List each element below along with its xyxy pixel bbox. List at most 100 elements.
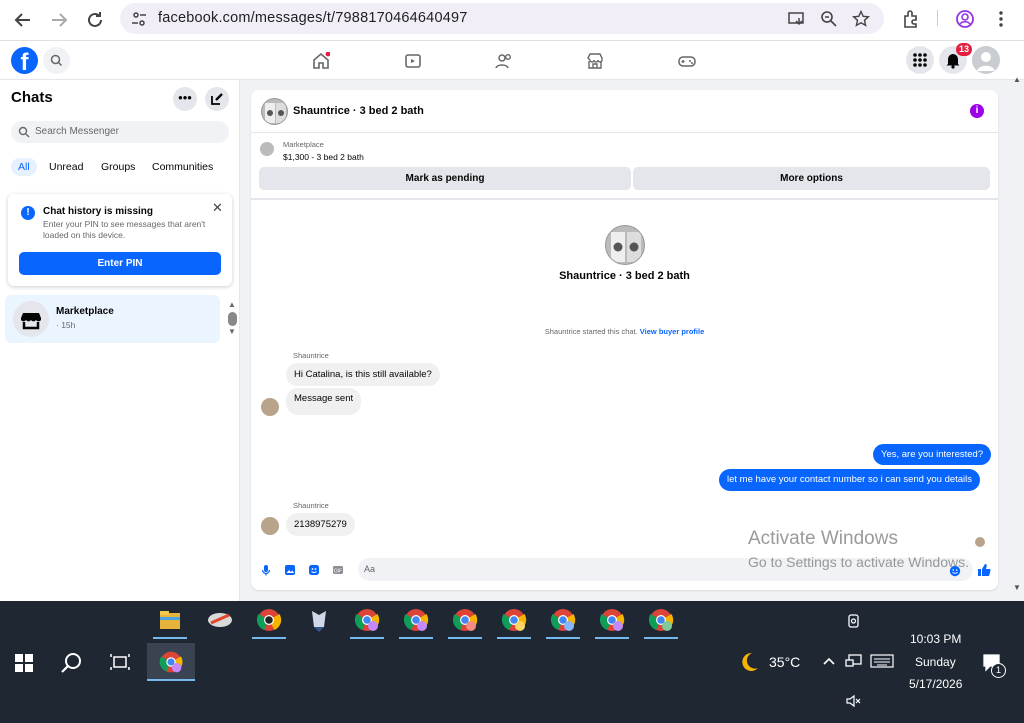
view-buyer-profile-link[interactable]: View buyer profile bbox=[640, 327, 704, 336]
video-icon[interactable] bbox=[404, 52, 422, 70]
clock-time[interactable]: 10:03 PM bbox=[910, 632, 961, 646]
chats-sidebar: Chats ••• Search Messenger All Unread Gr… bbox=[0, 80, 240, 601]
keyboard-icon[interactable] bbox=[870, 654, 894, 668]
network-icon[interactable] bbox=[845, 653, 863, 669]
started-text: Shauntrice started this chat. bbox=[544, 327, 638, 336]
sent-message-bubble[interactable]: let me have your contact number so i can… bbox=[719, 469, 981, 491]
chrome-icon[interactable] bbox=[595, 605, 629, 635]
chrome-menu-icon[interactable] bbox=[990, 8, 1012, 30]
volume-muted-icon[interactable] bbox=[846, 694, 862, 708]
message-placeholder: Aa bbox=[364, 564, 376, 574]
zoom-icon[interactable] bbox=[820, 10, 838, 28]
filter-groups[interactable]: Groups bbox=[94, 158, 142, 176]
chrome-icon[interactable] bbox=[497, 605, 531, 635]
chrome-icon[interactable] bbox=[448, 605, 482, 635]
windows-start-icon[interactable] bbox=[15, 654, 33, 672]
chrome-icon[interactable] bbox=[644, 605, 678, 635]
message-bubble[interactable]: Hi Catalina, is this still available? bbox=[286, 363, 440, 386]
gif-icon[interactable]: GIF bbox=[332, 564, 344, 576]
divider bbox=[937, 10, 938, 26]
windows-taskbar: 10:03 PM Sunday 5/17/2026 35°C 1 bbox=[0, 601, 1024, 723]
scroll-up-arrow[interactable]: ▲ bbox=[1013, 75, 1021, 84]
home-icon[interactable] bbox=[312, 52, 330, 70]
address-bar[interactable]: facebook.com/messages/t/7988170464640497 bbox=[120, 3, 884, 34]
sender-avatar[interactable] bbox=[261, 517, 279, 535]
search-placeholder: Search Messenger bbox=[35, 126, 119, 137]
back-icon[interactable] bbox=[11, 8, 35, 32]
conversation-name: Marketplace bbox=[56, 306, 114, 317]
menu-grid-button[interactable] bbox=[906, 46, 934, 74]
weather-moon-icon[interactable] bbox=[737, 650, 761, 674]
app-icon[interactable] bbox=[302, 605, 336, 635]
washer-photo-icon bbox=[265, 103, 286, 123]
friends-icon[interactable] bbox=[495, 52, 513, 70]
profile-avatar[interactable] bbox=[605, 225, 645, 265]
filter-unread[interactable]: Unread bbox=[42, 158, 90, 176]
divider bbox=[251, 198, 998, 200]
page-scrollbar[interactable]: ▲ ▼ bbox=[1011, 75, 1024, 601]
marketplace-icon[interactable] bbox=[586, 52, 604, 70]
sender-avatar[interactable] bbox=[261, 398, 279, 416]
chrome-icon[interactable] bbox=[399, 605, 433, 635]
scroll-down-arrow[interactable]: ▼ bbox=[1013, 583, 1021, 592]
chevron-up-icon[interactable] bbox=[822, 655, 836, 667]
conversation-item[interactable]: Marketplace · 15h bbox=[5, 295, 220, 343]
filter-all[interactable]: All bbox=[11, 158, 37, 176]
facebook-header: f 13 bbox=[0, 41, 1024, 80]
taskbar-indicator bbox=[147, 679, 195, 681]
search-icon bbox=[18, 126, 30, 138]
chats-options-button[interactable]: ••• bbox=[173, 87, 197, 111]
sent-message-bubble[interactable]: Yes, are you interested? bbox=[873, 444, 992, 465]
app-icon[interactable] bbox=[203, 605, 237, 635]
site-settings-icon[interactable] bbox=[131, 11, 147, 27]
contact-avatar[interactable] bbox=[261, 98, 288, 125]
account-avatar[interactable] bbox=[972, 46, 1000, 74]
file-explorer-icon[interactable] bbox=[153, 605, 187, 635]
new-message-button[interactable] bbox=[205, 87, 229, 111]
info-icon: ! bbox=[21, 206, 35, 220]
scroll-up-arrow[interactable]: ▲ bbox=[228, 300, 236, 309]
gaming-icon[interactable] bbox=[678, 52, 696, 70]
forward-icon[interactable] bbox=[47, 8, 71, 32]
taskbar-indicator bbox=[497, 637, 531, 639]
search-icon[interactable] bbox=[60, 651, 84, 675]
chrome-icon[interactable] bbox=[546, 605, 580, 635]
info-icon[interactable]: i bbox=[970, 104, 984, 118]
sidebar-scrollbar[interactable] bbox=[228, 312, 237, 326]
search-icon bbox=[50, 54, 63, 67]
taskbar-indicator bbox=[546, 637, 580, 639]
more-options-button[interactable]: More options bbox=[633, 167, 990, 190]
conversation-title[interactable]: Shauntrice · 3 bed 2 bath bbox=[293, 105, 424, 117]
message-bubble[interactable]: 2138975279 bbox=[286, 513, 355, 536]
reload-icon[interactable] bbox=[83, 8, 107, 32]
microphone-icon[interactable] bbox=[260, 564, 272, 576]
profile-icon[interactable] bbox=[954, 8, 976, 30]
message-bubble[interactable]: Message sent bbox=[286, 388, 362, 415]
extensions-icon[interactable] bbox=[900, 8, 922, 30]
taskbar-indicator bbox=[448, 637, 482, 639]
sticker-icon[interactable] bbox=[308, 564, 320, 576]
chrome-icon[interactable] bbox=[252, 605, 286, 635]
clock-day[interactable]: Sunday bbox=[915, 655, 956, 669]
conversation-panel: Shauntrice · 3 bed 2 bath i Marketplace … bbox=[251, 90, 998, 590]
active-taskbar-app[interactable] bbox=[147, 643, 195, 681]
messenger-search-input[interactable]: Search Messenger bbox=[11, 121, 229, 143]
chrome-icon[interactable] bbox=[350, 605, 384, 635]
bookmark-star-icon[interactable] bbox=[852, 10, 870, 28]
install-app-icon[interactable] bbox=[788, 10, 806, 28]
task-view-icon[interactable] bbox=[109, 652, 131, 672]
weather-temperature[interactable]: 35°C bbox=[769, 654, 800, 670]
thumbs-up-icon[interactable] bbox=[977, 563, 991, 577]
enter-pin-button[interactable]: Enter PIN bbox=[19, 252, 221, 275]
mark-pending-button[interactable]: Mark as pending bbox=[259, 167, 631, 190]
scroll-down-arrow[interactable]: ▼ bbox=[228, 327, 236, 336]
photo-icon[interactable] bbox=[284, 564, 296, 576]
meet-now-icon[interactable] bbox=[846, 613, 862, 629]
facebook-search-button[interactable] bbox=[43, 47, 70, 74]
listing-title[interactable]: $1,300 - 3 bed 2 bath bbox=[283, 152, 364, 162]
facebook-logo-icon[interactable]: f bbox=[11, 47, 38, 74]
clock-date[interactable]: 5/17/2026 bbox=[909, 677, 962, 691]
filter-communities[interactable]: Communities bbox=[145, 158, 220, 176]
close-icon[interactable]: ✕ bbox=[212, 200, 223, 216]
taskbar-indicator bbox=[644, 637, 678, 639]
